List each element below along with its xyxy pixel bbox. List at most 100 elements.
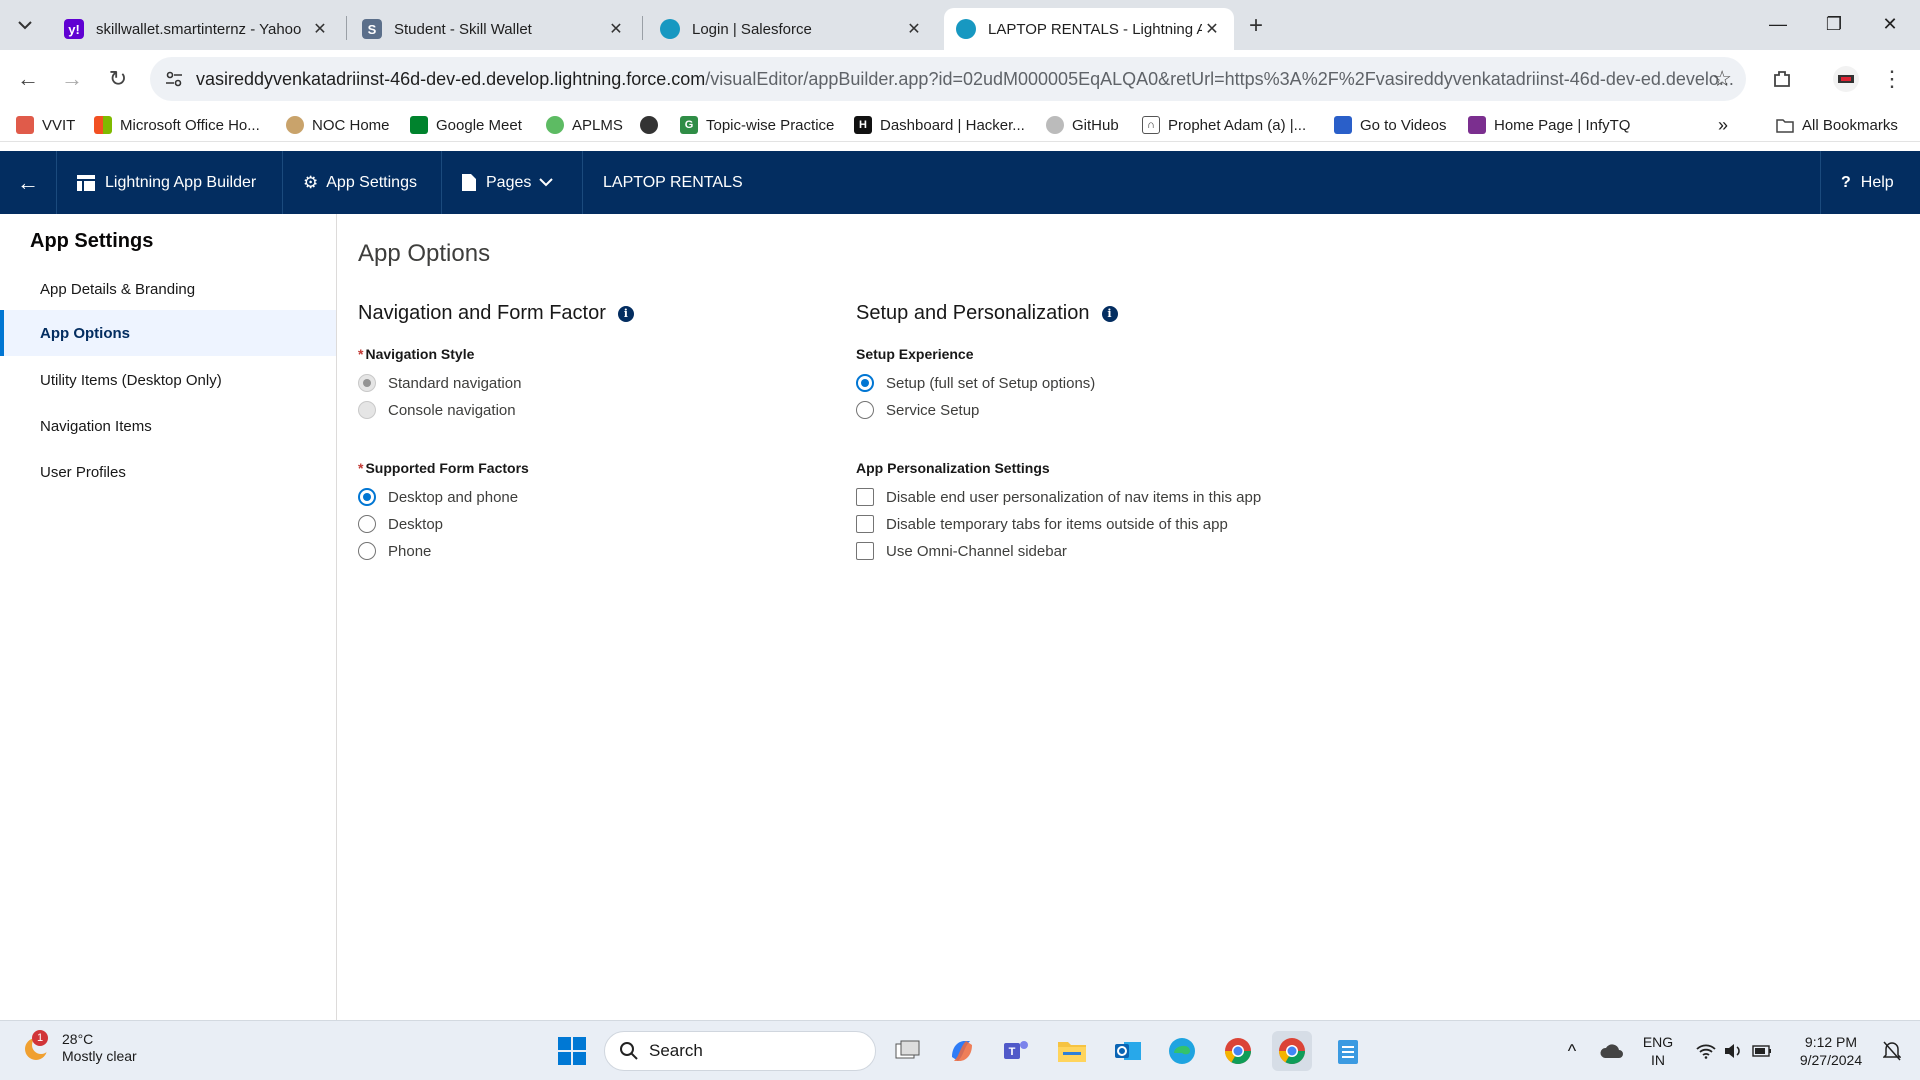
windows-start-icon[interactable] [552,1031,592,1071]
required-marker: * [358,346,364,362]
task-view-icon[interactable] [888,1031,928,1071]
teams-icon[interactable]: T [996,1031,1036,1071]
radio-console-navigation[interactable]: Console navigation [358,401,516,419]
minimize-icon[interactable]: — [1750,6,1806,42]
bookmark-item[interactable]: ∩ Prophet Adam (a) |... [1142,114,1306,136]
noc-icon [286,116,304,134]
tab-search-chevron-icon[interactable] [12,12,38,38]
radio-desktop-and-phone[interactable]: Desktop and phone [358,488,518,506]
radio-standard-navigation[interactable]: Standard navigation [358,374,521,392]
bookmark-item[interactable]: VVIT [16,114,75,136]
forward-arrow-icon[interactable]: → [56,63,88,95]
checkbox-disable-temporary-tabs[interactable]: Disable temporary tabs for items outside… [856,515,1228,533]
edge-icon[interactable] [1162,1031,1202,1071]
weather-condition: Mostly clear [62,1048,137,1064]
pages-dropdown[interactable]: Pages [442,151,582,214]
radio-button[interactable] [358,488,376,506]
back-arrow-icon[interactable]: ← [12,63,44,95]
notifications-bell-icon[interactable] [1872,1031,1912,1071]
restore-icon[interactable]: ❐ [1806,6,1862,42]
outlook-icon[interactable] [1108,1031,1148,1071]
info-icon[interactable]: i [617,305,634,322]
back-arrow-icon[interactable]: ← [0,151,56,214]
bookmark-item[interactable]: H Dashboard | Hacker... [854,114,1025,136]
checkbox-omni-channel[interactable]: Use Omni-Channel sidebar [856,542,1067,560]
browser-tab[interactable]: y! skillwallet.smartinternz - Yahoo ✕ [52,8,342,50]
bookmark-item[interactable]: APLMS [546,114,623,136]
chevron-down-icon [539,178,554,187]
bookmark-item[interactable]: Microsoft Office Ho... [94,114,260,136]
battery-icon[interactable] [1742,1031,1782,1071]
chrome-icon[interactable] [1218,1031,1258,1071]
sidebar-item-user-profiles[interactable]: User Profiles [0,449,336,495]
close-tab-icon[interactable]: ✕ [606,19,626,39]
bookmark-item[interactable]: G Topic-wise Practice [680,114,834,136]
browser-menu-icon[interactable]: ⋮ [1876,63,1908,95]
taskbar-search[interactable]: Search [604,1031,876,1071]
radio-button[interactable] [358,542,376,560]
radio-button[interactable] [358,401,376,419]
site-settings-icon[interactable] [164,69,184,89]
browser-tab[interactable]: S Student - Skill Wallet ✕ [350,8,638,50]
app-settings-button[interactable]: ⚙ App Settings [283,151,441,214]
bookmark-item[interactable]: NOC Home [286,114,390,136]
bookmark-star-icon[interactable]: ☆ [1712,66,1732,92]
lightning-app-builder-button[interactable]: Lightning App Builder [57,151,282,214]
radio-setup-full[interactable]: Setup (full set of Setup options) [856,374,1095,392]
radio-phone[interactable]: Phone [358,542,431,560]
clock[interactable]: 9:12 PM 9/27/2024 [1790,1033,1872,1069]
notepad-icon[interactable] [1328,1031,1368,1071]
tray-chevron-up-icon[interactable]: ^ [1552,1031,1592,1071]
globe-icon [640,116,658,134]
radio-button[interactable] [358,374,376,392]
onedrive-cloud-icon[interactable] [1592,1031,1632,1071]
sidebar-item-navigation-items[interactable]: Navigation Items [0,403,336,449]
sidebar-item-app-options[interactable]: App Options [0,310,336,356]
skill-wallet-icon: S [362,19,382,39]
checkbox-disable-personalization[interactable]: Disable end user personalization of nav … [856,488,1261,506]
close-tab-icon[interactable]: ✕ [904,19,924,39]
salesforce-icon [660,19,680,39]
github-icon [1046,116,1064,134]
extensions-icon[interactable] [1766,63,1798,95]
help-button[interactable]: ? Help [1821,151,1920,214]
browser-tab-active[interactable]: LAPTOP RENTALS - Lightning A ✕ [944,8,1234,50]
file-explorer-icon[interactable] [1052,1031,1092,1071]
radio-service-setup[interactable]: Service Setup [856,401,979,419]
bookmark-item[interactable]: Google Meet [410,114,522,136]
sidebar-item-utility-items[interactable]: Utility Items (Desktop Only) [0,357,336,403]
close-tab-icon[interactable]: ✕ [1202,19,1222,39]
checkbox[interactable] [856,488,874,506]
chrome-active-icon[interactable] [1272,1031,1312,1071]
info-icon[interactable]: i [1101,305,1118,322]
radio-button[interactable] [856,374,874,392]
folder-icon [1776,116,1794,134]
bookmark-item[interactable]: Home Page | InfyTQ [1468,114,1630,136]
sidebar-item-app-details[interactable]: App Details & Branding [0,266,336,312]
radio-desktop[interactable]: Desktop [358,515,443,533]
all-bookmarks-folder[interactable]: All Bookmarks [1776,114,1898,136]
app-builder-icon [77,174,95,191]
more-bookmarks-chevron-icon[interactable]: » [1718,114,1728,136]
svg-text:T: T [1009,1046,1016,1058]
language-indicator[interactable]: ENG IN [1640,1033,1676,1069]
close-window-icon[interactable]: ✕ [1862,6,1918,42]
weather-moon-icon: 1 [22,1030,54,1064]
checkbox[interactable] [856,515,874,533]
bookmark-item[interactable] [640,114,666,136]
reload-icon[interactable]: ↻ [102,63,134,95]
profile-avatar[interactable] [1830,63,1862,95]
address-bar[interactable]: vasireddyvenkatadriinst-46d-dev-ed.devel… [150,57,1746,101]
new-tab-plus-icon[interactable]: + [1240,10,1272,42]
radio-button[interactable] [856,401,874,419]
bookmark-item[interactable]: GitHub [1046,114,1119,136]
checkbox[interactable] [856,542,874,560]
browser-tab[interactable]: Login | Salesforce ✕ [648,8,936,50]
weather-widget[interactable]: 1 28°C Mostly clear [22,1030,137,1065]
copilot-icon[interactable] [942,1031,982,1071]
radio-button[interactable] [358,515,376,533]
bookmark-item[interactable]: Go to Videos [1334,114,1446,136]
microsoft-office-icon [94,116,112,134]
videos-icon [1334,116,1352,134]
close-tab-icon[interactable]: ✕ [310,19,330,39]
